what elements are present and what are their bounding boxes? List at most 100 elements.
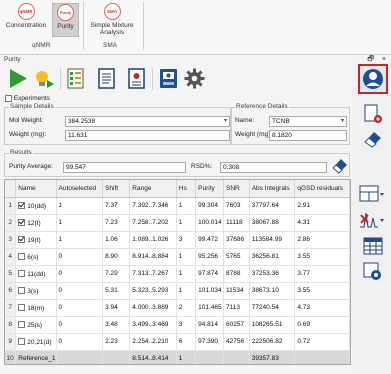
checklist-button[interactable] <box>65 67 88 90</box>
snr-cell: 7113 <box>223 299 250 317</box>
save-book-button[interactable] <box>157 67 180 90</box>
sma-button[interactable]: SMA Simple Mixture Analysis <box>84 3 140 37</box>
document-button[interactable] <box>95 67 118 90</box>
range-cell: 4.000..3.889 <box>129 299 177 317</box>
row-checkbox[interactable] <box>18 286 26 294</box>
experiments-toggle[interactable]: Experiments <box>5 95 50 102</box>
table-row[interactable]: 5 11(dd) 0 7.29 7.313..7.267 1 97.874 8788 37253… <box>5 265 350 283</box>
row-checkbox[interactable] <box>18 320 26 328</box>
table-row[interactable]: 3 19(t) 1 1.06 1.089..1.026 3 99.472 37686 11358… <box>5 231 350 249</box>
row-checkbox[interactable] <box>18 252 26 260</box>
concentration-button[interactable]: qNMR Concentration <box>2 3 50 37</box>
pin-icon[interactable]: 🗗 <box>367 56 374 63</box>
name-cell[interactable]: 19(t) <box>15 231 57 249</box>
row-number: 8 <box>5 316 17 334</box>
zoom-settings-button[interactable] <box>362 261 384 283</box>
auto-cell: 0 <box>56 282 104 300</box>
qgsd-cell: 3.55 <box>294 282 350 300</box>
sample-weight-label: Weight (mg): <box>9 131 47 138</box>
table-row[interactable]: 6 3(s) 0 5.31 5.323..5.293 1 101.034 11534 38673… <box>5 282 350 300</box>
name-cell[interactable]: 20,21(d) <box>15 333 57 351</box>
column-header[interactable]: Hs <box>176 180 197 198</box>
reference-weight-field[interactable]: 8.1820 <box>269 130 347 141</box>
play-button[interactable] <box>6 67 29 90</box>
clear-results-button[interactable] <box>331 156 349 174</box>
peak-name: 19(t) <box>27 236 41 244</box>
column-header[interactable]: Autoselected <box>56 180 104 198</box>
snr-cell: 11118 <box>223 214 250 232</box>
purity-button[interactable]: Purity Purity <box>52 3 79 37</box>
qnmr-group-label: qNMR <box>32 42 51 49</box>
name-cell[interactable]: Reference_1 <box>15 350 57 364</box>
column-header[interactable]: Name <box>15 180 57 198</box>
name-cell[interactable]: 10(dd) <box>15 197 57 215</box>
reference-name-field[interactable]: TCNB ▾ <box>269 116 347 127</box>
row-checkbox[interactable] <box>18 269 26 277</box>
name-cell[interactable]: 6(s) <box>15 248 57 266</box>
name-cell[interactable]: 12(t) <box>15 214 57 232</box>
chevron-down-icon[interactable]: ▾ <box>341 117 344 126</box>
purity-cell: 100.014 <box>195 214 225 232</box>
peak-name: 3(s) <box>27 287 39 295</box>
person-button[interactable] <box>358 64 388 94</box>
row-checkbox[interactable] <box>18 218 26 226</box>
row-checkbox[interactable] <box>18 201 26 209</box>
qgsd-cell: 4.31 <box>294 214 350 232</box>
settings-button[interactable] <box>183 67 206 90</box>
mol-weight-field[interactable]: 384.2538 ▾ <box>65 116 230 127</box>
layout-button[interactable] <box>358 183 384 205</box>
row-number: 2 <box>5 214 17 232</box>
shift-cell: 3.48 <box>102 316 131 334</box>
table-row[interactable]: 8 25(s) 0 3.48 3.499..3.469 3 94.814 60257 10826… <box>5 316 350 334</box>
column-header[interactable]: Shift <box>102 180 131 198</box>
row-checkbox[interactable] <box>18 303 26 311</box>
table-row[interactable]: 4 6(s) 0 8.90 8.914..8.884 1 95.256 5765 36256.8… <box>5 248 350 266</box>
purity-cell: 97.390 <box>195 333 225 351</box>
snr-cell: 5765 <box>223 248 250 266</box>
rsd-field[interactable]: 0.308 <box>220 162 327 173</box>
column-header[interactable]: Purity <box>195 180 225 198</box>
shift-cell: 1.06 <box>102 231 131 249</box>
reference-row[interactable]: 10 Reference_1 8.514..8.414 1 39357.83 <box>5 350 350 364</box>
experiments-checkbox[interactable] <box>5 95 12 102</box>
abs-cell: 38673.10 <box>249 282 296 300</box>
column-header[interactable]: Abs Integrals <box>249 180 296 198</box>
hs-cell: 1 <box>176 350 197 364</box>
close-icon[interactable]: × <box>382 56 386 63</box>
report-button[interactable] <box>125 67 148 90</box>
concentration-label: Concentration <box>5 22 47 29</box>
column-header[interactable]: qGSD residuals <box>294 180 350 198</box>
name-cell[interactable]: 11(dd) <box>15 265 57 283</box>
peak-name: 18(m) <box>27 304 45 312</box>
shift-cell: 7.29 <box>102 265 131 283</box>
panel-title: Purity <box>4 56 21 63</box>
chevron-down-icon[interactable]: ▾ <box>224 117 227 126</box>
eraser-button[interactable] <box>362 127 384 149</box>
row-number: 3 <box>5 231 17 249</box>
table-row[interactable]: 9 20,21(d) 0 2.23 2.254..2.210 6 97.390 42756 22… <box>5 333 350 351</box>
rsd-value: 0.308 <box>223 164 240 171</box>
row-checkbox[interactable] <box>18 235 26 243</box>
name-cell[interactable]: 3(s) <box>15 282 57 300</box>
hs-cell: 1 <box>176 197 197 215</box>
snr-cell: 42756 <box>223 333 250 351</box>
add-document-button[interactable] <box>362 103 384 125</box>
table-row[interactable]: 1 10(dd) 1 7.37 7.392..7.346 1 99.304 7603 37797… <box>5 197 350 215</box>
table-row[interactable]: 2 12(t) 1 7.23 7.258..7.202 1 100.014 11118 3806… <box>5 214 350 232</box>
table-button[interactable] <box>362 235 384 257</box>
snr-cell: 11534 <box>223 282 250 300</box>
reference-weight-label: Weight (mg): <box>235 131 273 138</box>
peak-pick-button[interactable] <box>358 209 384 231</box>
purity-cell: 97.874 <box>195 265 225 283</box>
purity-average-field[interactable]: 99.547 <box>63 162 186 173</box>
name-cell[interactable]: 25(s) <box>15 316 57 334</box>
column-header[interactable]: SNR <box>223 180 250 198</box>
column-header[interactable]: Range <box>129 180 177 198</box>
name-cell[interactable]: 18(m) <box>15 299 57 317</box>
row-checkbox[interactable] <box>18 337 26 345</box>
auto-cell: 0 <box>56 333 104 351</box>
table-row[interactable]: 7 18(m) 0 3.94 4.000..3.889 2 101.465 7113 77240… <box>5 299 350 317</box>
autoselect-button[interactable] <box>33 67 56 90</box>
sample-weight-field[interactable]: 11.631 <box>65 130 230 141</box>
qnmr-icon: qNMR <box>17 3 35 20</box>
